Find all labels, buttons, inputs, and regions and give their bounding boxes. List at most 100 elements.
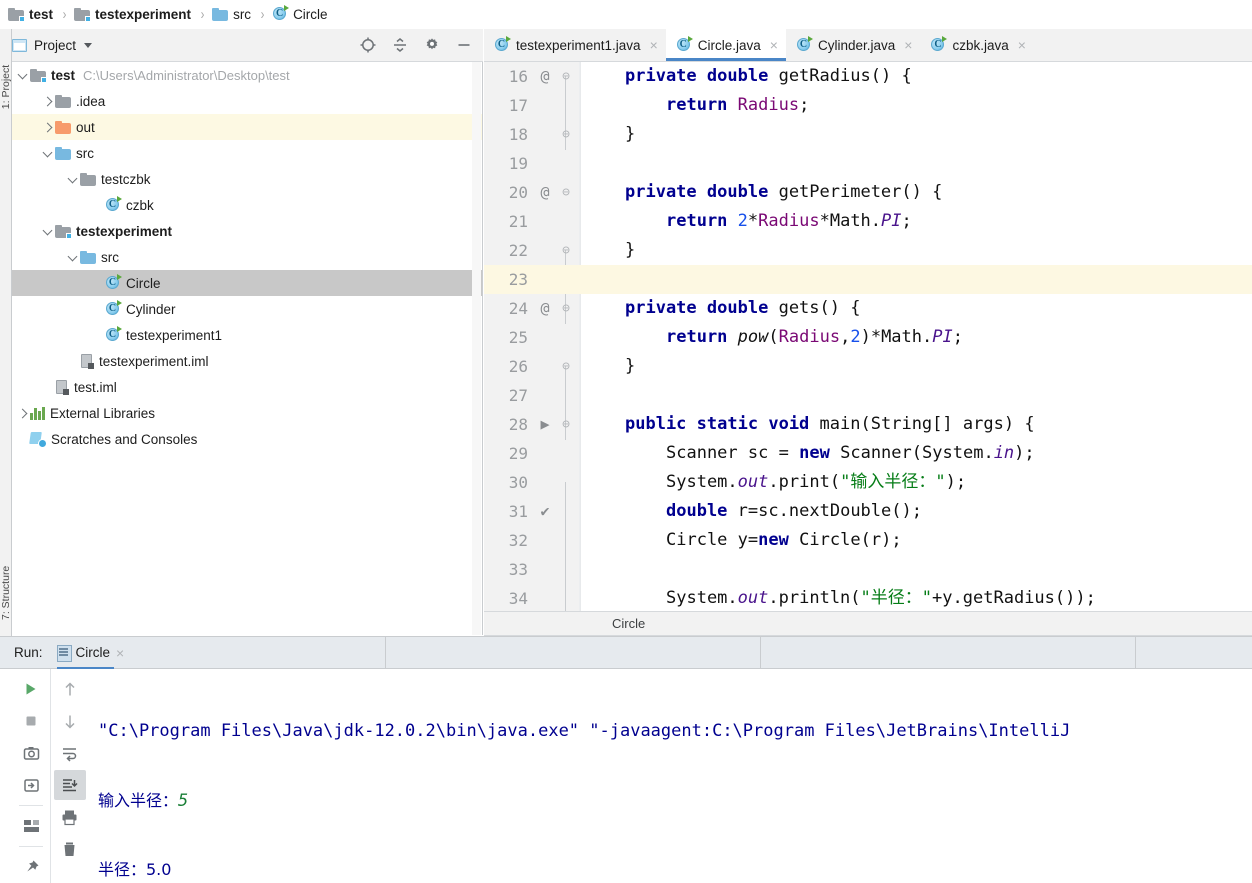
java-class-icon: C: [796, 36, 813, 53]
editor-text-area[interactable]: 16 @ ⊖ private double getRadius() {17 retu…: [484, 62, 1252, 611]
annotation-gutter-icon[interactable]: @: [536, 294, 554, 323]
soft-wrap-icon[interactable]: [54, 738, 86, 768]
checkmark-gutter-icon[interactable]: ✔: [536, 497, 554, 526]
close-icon[interactable]: ×: [770, 38, 778, 52]
code-line-text: double r=sc.nextDouble();: [666, 501, 923, 521]
tree-item-test[interactable]: test C:\Users\Administrator\Desktop\test: [12, 62, 482, 88]
print-icon[interactable]: [54, 802, 86, 832]
line-number: 33: [508, 560, 528, 579]
run-gutter-icon[interactable]: ▶: [536, 410, 554, 439]
code-line[interactable]: 24 @ ⊖ private double gets() {: [484, 294, 1252, 323]
tree-item-testexperiment-iml[interactable]: testexperiment.iml: [12, 348, 482, 374]
fold-toggle-icon[interactable]: ⊖: [559, 352, 573, 381]
tree-item-czbk[interactable]: Cczbk: [12, 192, 482, 218]
project-tool-header: Project: [12, 29, 483, 62]
close-icon[interactable]: ×: [116, 645, 124, 661]
code-line[interactable]: 25 return pow(Radius,2)*Math.PI;: [484, 323, 1252, 352]
code-line[interactable]: 27: [484, 381, 1252, 410]
chevron-down-icon[interactable]: [66, 250, 80, 264]
run-console-output[interactable]: "C:\Program Files\Java\jdk-12.0.2\bin\ja…: [88, 669, 1252, 883]
tree-item-cylinder[interactable]: C Cylinder: [12, 296, 482, 322]
breadcrumb-item-testexperiment[interactable]: testexperiment: [74, 0, 191, 28]
editor-tab-czbk-java[interactable]: Cczbk.java ×: [920, 29, 1033, 61]
editor-tab-cylinder-java[interactable]: C Cylinder.java ×: [786, 29, 920, 61]
code-line[interactable]: 26 ⊖ }: [484, 352, 1252, 381]
code-line[interactable]: 33: [484, 555, 1252, 584]
chevron-down-icon[interactable]: [84, 42, 93, 48]
locate-icon[interactable]: [359, 36, 377, 54]
collapse-all-icon[interactable]: [391, 36, 409, 54]
tree-item-scratches-and-consoles[interactable]: Scratches and Consoles: [12, 426, 482, 452]
fold-toggle-icon[interactable]: ⊖: [559, 236, 573, 265]
close-icon[interactable]: ×: [904, 38, 912, 52]
rerun-icon[interactable]: [15, 674, 47, 704]
code-line-text: System.out.println("半径："+y.getRadius());: [666, 588, 1096, 608]
close-icon[interactable]: ×: [650, 38, 658, 52]
tree-item-out[interactable]: out: [12, 114, 482, 140]
chevron-right-icon[interactable]: [41, 120, 55, 134]
code-line[interactable]: 28 ▶ ⊖ public static void main(String[] ar…: [484, 410, 1252, 439]
tree-item-test-iml[interactable]: test.iml: [12, 374, 482, 400]
tree-item-idea[interactable]: .idea: [12, 88, 482, 114]
code-editor[interactable]: 16 @ ⊖ private double getRadius() {17 retu…: [484, 62, 1252, 611]
code-line[interactable]: 32 Circle y=new Circle(r);: [484, 526, 1252, 555]
code-line[interactable]: 17 return Radius;: [484, 91, 1252, 120]
close-icon[interactable]: ×: [1018, 38, 1026, 52]
editor-tab-circle-java[interactable]: C Circle.java ×: [665, 29, 787, 61]
tree-item-src[interactable]: src: [12, 140, 482, 166]
up-arrow-icon[interactable]: [54, 674, 86, 704]
fold-toggle-icon[interactable]: ⊖: [559, 294, 573, 323]
code-line[interactable]: 22 ⊖ }: [484, 236, 1252, 265]
hide-icon[interactable]: [455, 36, 473, 54]
code-line[interactable]: 30 System.out.print("输入半径：");: [484, 468, 1252, 497]
chevron-down-icon[interactable]: [66, 172, 80, 186]
annotation-gutter-icon[interactable]: @: [536, 62, 554, 91]
fold-toggle-icon[interactable]: ⊖: [559, 410, 573, 439]
code-line[interactable]: 34 System.out.println("半径："+y.getRadius(…: [484, 584, 1252, 611]
tree-item-testczbk[interactable]: testczbk: [12, 166, 482, 192]
pin-icon[interactable]: [15, 852, 47, 882]
tree-item-external-libraries[interactable]: External Libraries: [12, 400, 482, 426]
stripe-label-structure[interactable]: 7: Structure: [0, 566, 12, 620]
chevron-down-icon[interactable]: [41, 146, 55, 160]
project-tree[interactable]: test C:\Users\Administrator\Desktop\test.…: [12, 62, 483, 635]
project-window-icon: [12, 38, 27, 52]
fold-toggle-icon[interactable]: ⊖: [559, 120, 573, 149]
code-line[interactable]: 21 return 2*Radius*Math.PI;: [484, 207, 1252, 236]
annotation-gutter-icon[interactable]: @: [536, 178, 554, 207]
editor-breadcrumb-class[interactable]: Circle: [612, 616, 645, 631]
dump-threads-icon[interactable]: [15, 770, 47, 800]
delete-icon[interactable]: [54, 834, 86, 864]
fold-toggle-icon[interactable]: ⊖: [559, 62, 573, 91]
breadcrumb-item-test[interactable]: test: [8, 0, 53, 28]
tree-item-src[interactable]: src: [12, 244, 482, 270]
down-arrow-icon[interactable]: [54, 706, 86, 736]
code-line[interactable]: 16 @ ⊖ private double getRadius() {: [484, 62, 1252, 91]
chevron-down-icon[interactable]: [16, 68, 30, 82]
code-line[interactable]: 19: [484, 149, 1252, 178]
chevron-right-icon[interactable]: [41, 94, 55, 108]
project-tree-scrollbar[interactable]: [472, 62, 481, 635]
run-tab-circle[interactable]: Circle ×: [56, 636, 129, 670]
scroll-to-end-icon[interactable]: [53, 770, 86, 800]
editor-tab-testexperiment1-java[interactable]: Ctestexperiment1.java ×: [484, 29, 666, 61]
tree-item-testexperiment[interactable]: testexperiment: [12, 218, 482, 244]
editor-tab-label: Cylinder.java: [817, 37, 896, 53]
stripe-label-project[interactable]: 1: Project: [0, 62, 12, 112]
chevron-right-icon[interactable]: [16, 406, 30, 420]
layout-icon[interactable]: [15, 811, 47, 841]
code-line[interactable]: 29 Scanner sc = new Scanner(System.in);: [484, 439, 1252, 468]
code-line[interactable]: 18 ⊖ }: [484, 120, 1252, 149]
stop-icon[interactable]: [15, 706, 47, 736]
camera-icon[interactable]: [15, 738, 47, 768]
code-line[interactable]: 20 @ ⊖ private double getPerimeter() {: [484, 178, 1252, 207]
breadcrumb-item-src[interactable]: src: [212, 0, 251, 28]
chevron-down-icon[interactable]: [41, 224, 55, 238]
code-line[interactable]: 23: [484, 265, 1252, 294]
tree-item-testexperiment1[interactable]: Ctestexperiment1: [12, 322, 482, 348]
tree-item-circle[interactable]: C Circle: [12, 270, 482, 296]
fold-toggle-icon[interactable]: ⊖: [559, 178, 573, 207]
gear-icon[interactable]: [423, 36, 441, 54]
code-line[interactable]: 31 ✔ double r=sc.nextDouble();: [484, 497, 1252, 526]
breadcrumb-item-circle[interactable]: C Circle: [272, 0, 328, 28]
